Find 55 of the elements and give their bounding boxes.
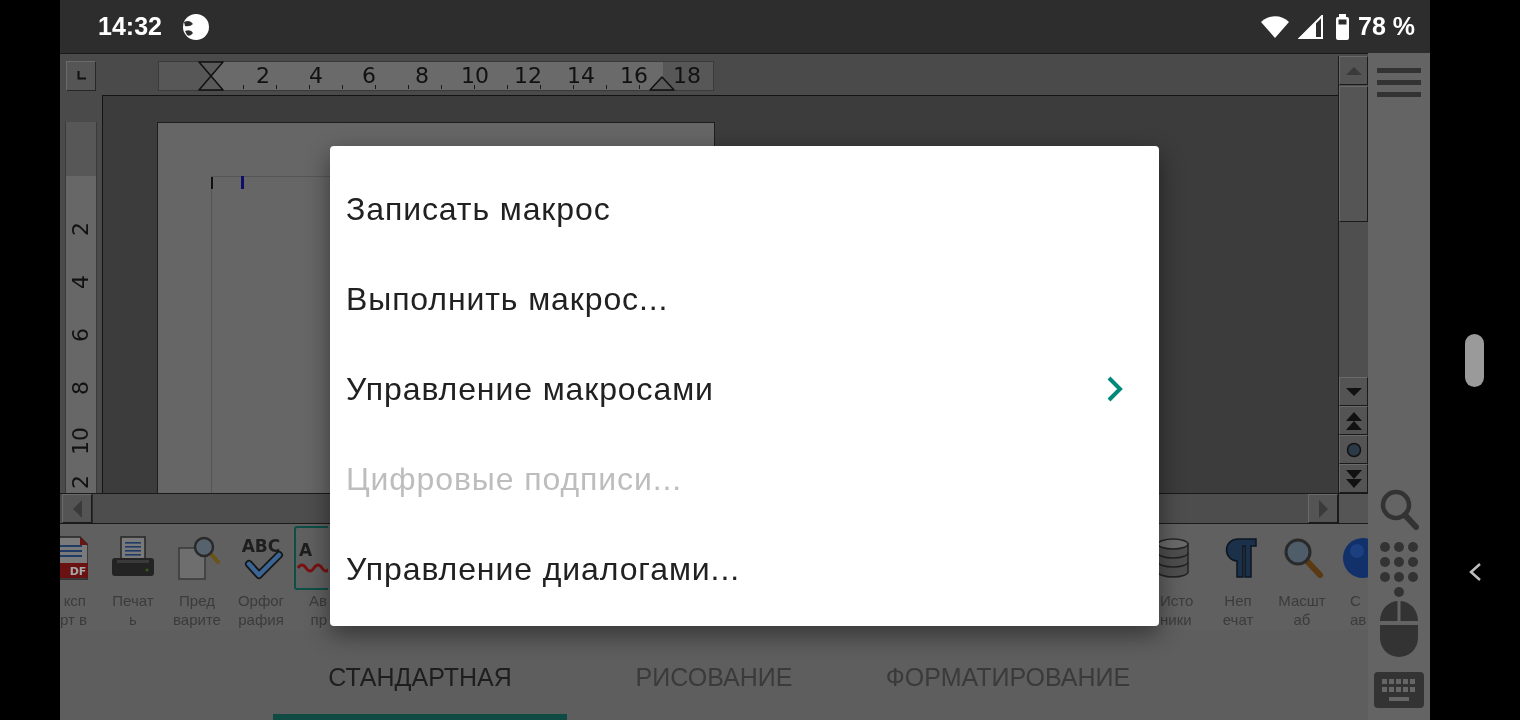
ruler-number: 4 (309, 62, 323, 89)
menu-icon[interactable] (1377, 68, 1421, 98)
ruler-number: 8 (70, 381, 92, 395)
ruler-number: 2 (70, 475, 92, 489)
edge-handle[interactable] (1465, 334, 1484, 387)
ruler-number: 2 (70, 222, 92, 236)
up-triangle-icon (1344, 65, 1363, 76)
ruler-number: 12 (514, 62, 542, 89)
tab-stop-button[interactable] (66, 60, 96, 91)
ruler-number: 4 (70, 275, 92, 289)
scroll-left-button[interactable] (62, 494, 92, 523)
status-time: 14:32 (98, 12, 162, 41)
scrollbar-thumb[interactable] (1339, 86, 1368, 222)
hourglass-marker-icon[interactable] (198, 60, 224, 91)
previous-page-button[interactable] (1339, 406, 1368, 435)
chevron-left-icon[interactable] (1468, 562, 1482, 582)
ruler-number: 10 (461, 62, 489, 89)
ruler-number: 2 (256, 62, 270, 89)
pdf-document-icon: DF (60, 534, 88, 582)
wifi-icon (1260, 14, 1290, 39)
triangle-marker-icon[interactable] (649, 75, 675, 91)
right-triangle-icon (1317, 498, 1329, 519)
tab[interactable]: СТАНДАРТНАЯ (273, 640, 567, 720)
next-page-button[interactable] (1339, 464, 1368, 493)
menu-item[interactable]: Управление диалогами... (330, 524, 1159, 614)
keyboard-icon[interactable] (1374, 672, 1424, 708)
scroll-up-button[interactable] (1339, 56, 1368, 85)
ruler-number: 6 (362, 62, 376, 89)
down-triangle-icon (1344, 386, 1363, 397)
scroll-down-button[interactable] (1339, 377, 1368, 406)
double-up-triangle-icon (1343, 410, 1364, 431)
menu-item[interactable]: Выполнить макрос... (330, 254, 1159, 344)
signal-icon (1298, 14, 1324, 39)
ruler-number: 16 (620, 62, 648, 89)
ruler-number: 18 (673, 62, 701, 89)
notification-icon (181, 12, 210, 41)
ruler-number: 10 (70, 427, 92, 455)
battery-icon (1335, 13, 1350, 40)
menu-item[interactable]: Записать макрос (330, 164, 1159, 254)
menu-item[interactable]: Управление макросами (330, 344, 1159, 434)
margin-corner-mark (211, 177, 213, 189)
ruler-number: 8 (415, 62, 429, 89)
keypad-icon[interactable] (1379, 541, 1419, 597)
navigator-button[interactable] (1339, 435, 1368, 464)
mouse-icon[interactable] (1379, 600, 1419, 658)
left-triangle-icon (71, 498, 83, 519)
scroll-right-button[interactable] (1308, 494, 1338, 523)
ruler-number: 6 (70, 328, 92, 342)
double-down-triangle-icon (1343, 468, 1364, 489)
search-icon[interactable] (1379, 488, 1419, 530)
ruler-number: 14 (567, 62, 595, 89)
circle-icon (1345, 441, 1362, 458)
text-cursor (241, 176, 244, 189)
battery-percent: 78 % (1358, 12, 1415, 41)
corner-mark-icon (76, 71, 86, 80)
